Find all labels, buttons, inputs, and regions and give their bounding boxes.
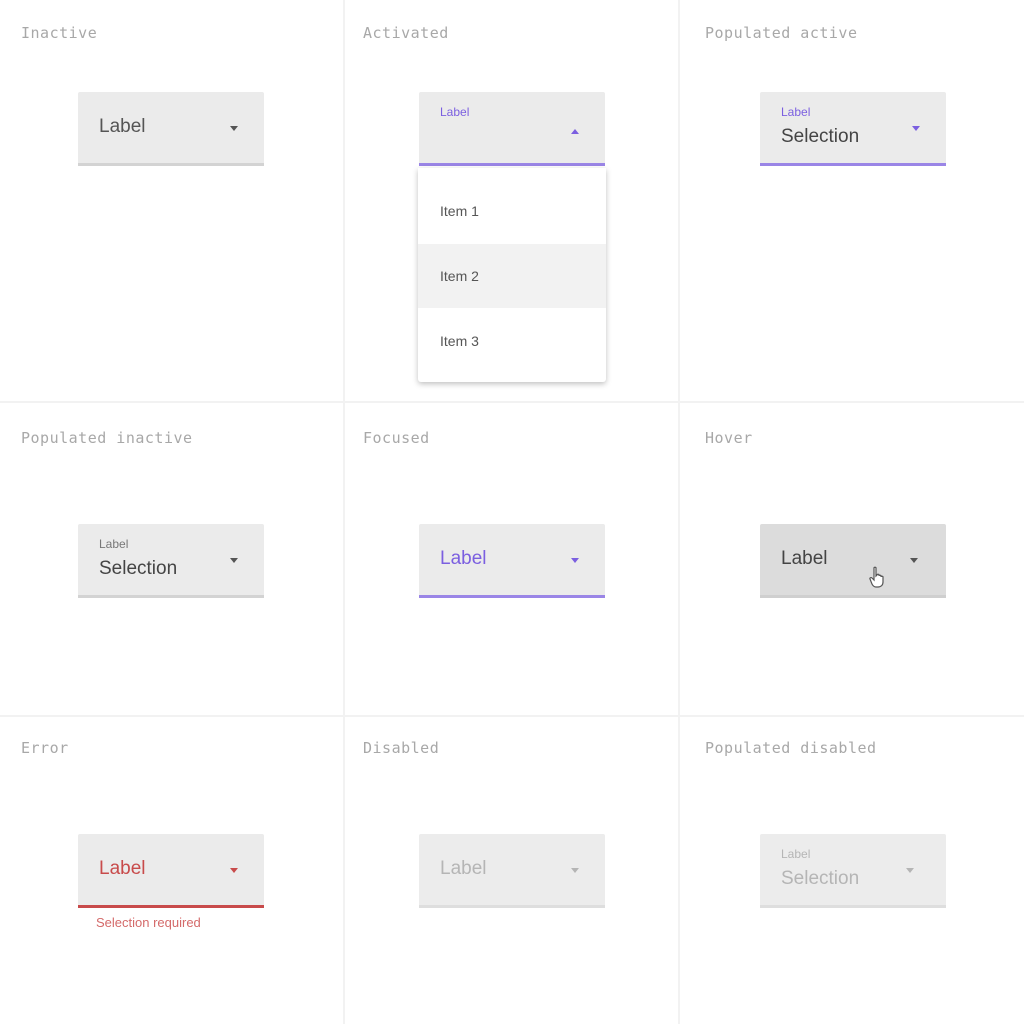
select-disabled: Label (419, 834, 605, 908)
chevron-down-icon (910, 558, 918, 563)
select-activated[interactable]: Label (419, 92, 605, 166)
select-label: Label (781, 847, 811, 861)
select-populated-active[interactable]: Label Selection (760, 92, 946, 166)
cell-title-populated-active: Populated active (705, 24, 858, 42)
select-focused[interactable]: Label (419, 524, 605, 598)
hand-pointer-icon (869, 566, 884, 588)
select-value: Selection (99, 558, 178, 579)
select-value: Selection (781, 868, 860, 889)
select-label: Label (99, 537, 129, 551)
menu-item[interactable]: Item 2 (418, 244, 606, 308)
chevron-down-icon (912, 126, 920, 131)
cell-title-disabled: Disabled (363, 739, 440, 757)
select-label: Label (99, 116, 146, 137)
select-label: Label (440, 105, 470, 119)
select-label: Label (440, 548, 487, 569)
cell-title-inactive: Inactive (21, 24, 98, 42)
cell-title-hover: Hover (705, 429, 753, 447)
chevron-down-icon (230, 126, 238, 131)
select-inactive[interactable]: Label (78, 92, 264, 166)
select-label: Label (781, 105, 811, 119)
select-hover[interactable]: Label (760, 524, 946, 598)
select-label: Label (440, 858, 487, 879)
grid-divider-horizontal-2 (0, 715, 1024, 717)
select-value: Selection (781, 126, 860, 147)
menu-item[interactable]: Item 1 (418, 168, 606, 244)
chevron-down-icon (230, 868, 238, 873)
cell-title-focused: Focused (363, 429, 430, 447)
dropdown-menu: Item 1 Item 2 Item 3 (418, 168, 606, 382)
grid-divider-horizontal-1 (0, 401, 1024, 403)
grid-divider-vertical-1 (343, 0, 345, 1024)
cell-title-activated: Activated (363, 24, 449, 42)
chevron-down-icon (906, 868, 914, 873)
chevron-down-icon (230, 558, 238, 563)
cell-title-populated-disabled: Populated disabled (705, 739, 877, 757)
select-label: Label (781, 548, 828, 569)
chevron-down-icon (571, 558, 579, 563)
select-populated-disabled: Label Selection (760, 834, 946, 908)
chevron-down-icon (571, 868, 579, 873)
select-populated-inactive[interactable]: Label Selection (78, 524, 264, 598)
cell-title-populated-inactive: Populated inactive (21, 429, 193, 447)
grid-divider-vertical-2 (678, 0, 680, 1024)
menu-item[interactable]: Item 3 (418, 308, 606, 382)
select-error[interactable]: Label (78, 834, 264, 908)
cell-title-error: Error (21, 739, 69, 757)
chevron-up-icon (571, 129, 579, 134)
error-helper-text: Selection required (96, 915, 201, 930)
select-label: Label (99, 858, 146, 879)
